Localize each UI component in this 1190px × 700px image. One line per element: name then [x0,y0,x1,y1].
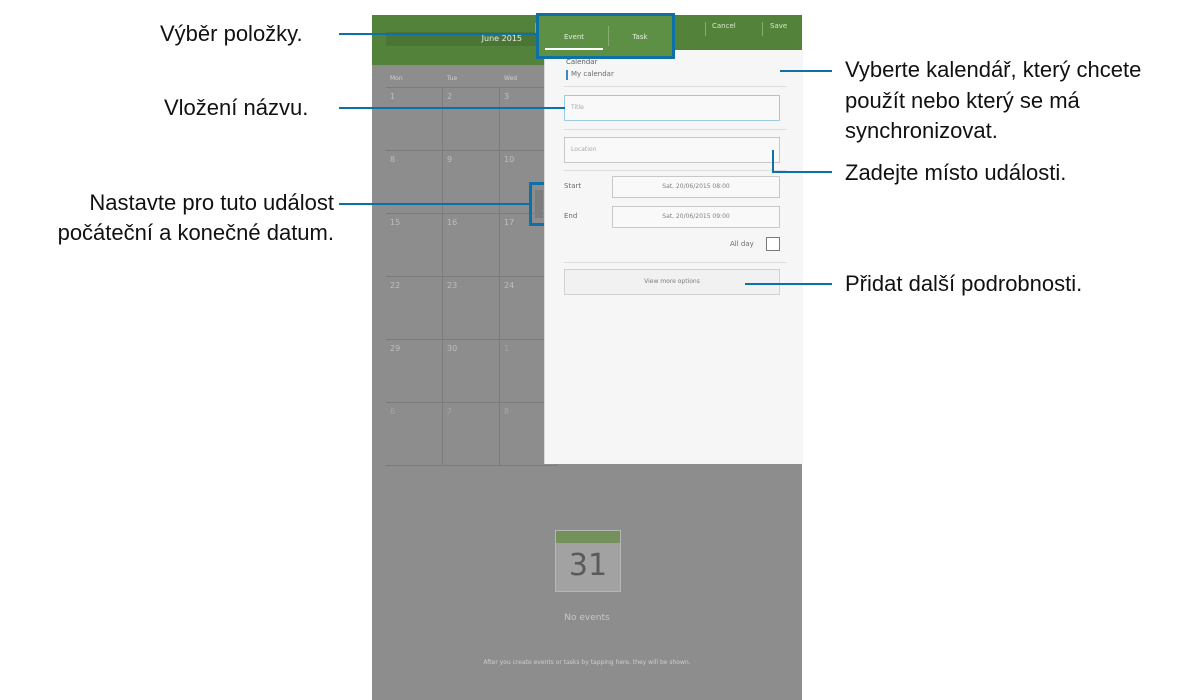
month-label: June 2015 [481,34,522,43]
day-number: 7 [447,407,453,416]
tab-event[interactable]: Event [545,26,603,50]
day-cell[interactable]: 30 [443,340,500,403]
cancel-button[interactable]: Cancel [712,22,736,36]
end-datetime-field[interactable]: Sat, 20/06/2015 09:00 [612,206,780,228]
divider [564,262,787,263]
save-button[interactable]: Save [770,22,787,36]
day-cell[interactable]: 15 [386,214,443,277]
day-number: 6 [390,407,396,416]
start-datetime-field[interactable]: Sat, 20/06/2015 08:00 [612,176,780,198]
location-input[interactable]: Location [564,137,780,163]
day-number: 1 [504,344,510,353]
leader-line [780,70,832,72]
day-number: 9 [447,155,453,164]
event-task-tabs: Event Task [536,13,675,59]
all-day-label: All day [730,240,754,248]
calendar-label: Calendar [566,58,598,66]
day-cell[interactable]: 2 [443,88,500,151]
all-day-checkbox[interactable] [766,237,780,251]
day-number: 23 [447,281,458,290]
divider [564,170,787,171]
annotation-insert-title: Vložení názvu. [164,95,309,120]
day-number: 8 [504,407,510,416]
day-number: 17 [504,218,515,227]
day-cell[interactable]: 29 [386,340,443,403]
tab-divider [608,26,609,46]
annotation-select-item: Výběr položky. [160,21,303,46]
day-cell[interactable]: 7 [443,403,500,466]
annotation-set-dates-1: Nastavte pro tuto událost [89,190,334,215]
action-divider [705,22,706,36]
annotation-calendar-2: použít nebo který se má [845,88,1080,113]
divider [564,129,787,130]
weekday-label: Mon [390,75,403,82]
day-cell[interactable]: 6 [386,403,443,466]
day-cell[interactable]: 16 [443,214,500,277]
annotation-more-details: Přidat další podrobnosti. [845,271,1083,296]
leader-line [339,203,530,205]
title-input[interactable]: Title [564,95,780,121]
weekday-label: Tue [447,75,458,82]
day-number: 24 [504,281,515,290]
date-rows-bracket [529,182,544,226]
view-more-options-button[interactable]: View more options [564,269,780,295]
annotation-location: Zadejte místo události. [845,160,1067,185]
leader-line [772,171,832,173]
day-cell[interactable]: 22 [386,277,443,340]
day-number: 8 [390,155,396,164]
annotation-calendar-3: synchronizovat. [845,118,998,143]
calendar-selector[interactable]: My calendar [571,70,614,78]
day-number: 1 [390,92,396,101]
leader-line [339,107,565,109]
day-number: 30 [447,344,458,353]
no-events-label: No events [564,613,610,623]
calendar-icon-header [556,531,620,543]
day-cell[interactable]: 23 [443,277,500,340]
day-number-large: 31 [568,548,608,583]
leader-line [745,283,832,285]
end-label: End [564,212,578,220]
leader-line [772,150,774,173]
no-events-description[interactable]: After you create events or tasks by tapp… [372,659,802,666]
calendar-day-icon: 31 [555,530,621,592]
tab-task[interactable]: Task [611,26,669,48]
day-number: 29 [390,344,401,353]
divider [564,86,787,87]
calendar-color-marker [566,70,568,80]
day-number: 10 [504,155,515,164]
leader-line [339,33,538,35]
action-divider [762,22,763,36]
weekday-label: Wed [504,75,518,82]
start-label: Start [564,182,582,190]
day-number: 2 [447,92,453,101]
annotation-set-dates-2: počáteční a konečné datum. [57,220,334,245]
day-number: 22 [390,281,401,290]
annotation-calendar-1: Vyberte kalendář, který chcete [845,57,1142,82]
day-cell[interactable]: 1 [386,88,443,151]
day-number: 16 [447,218,458,227]
day-number: 15 [390,218,401,227]
day-number: 3 [504,92,510,101]
